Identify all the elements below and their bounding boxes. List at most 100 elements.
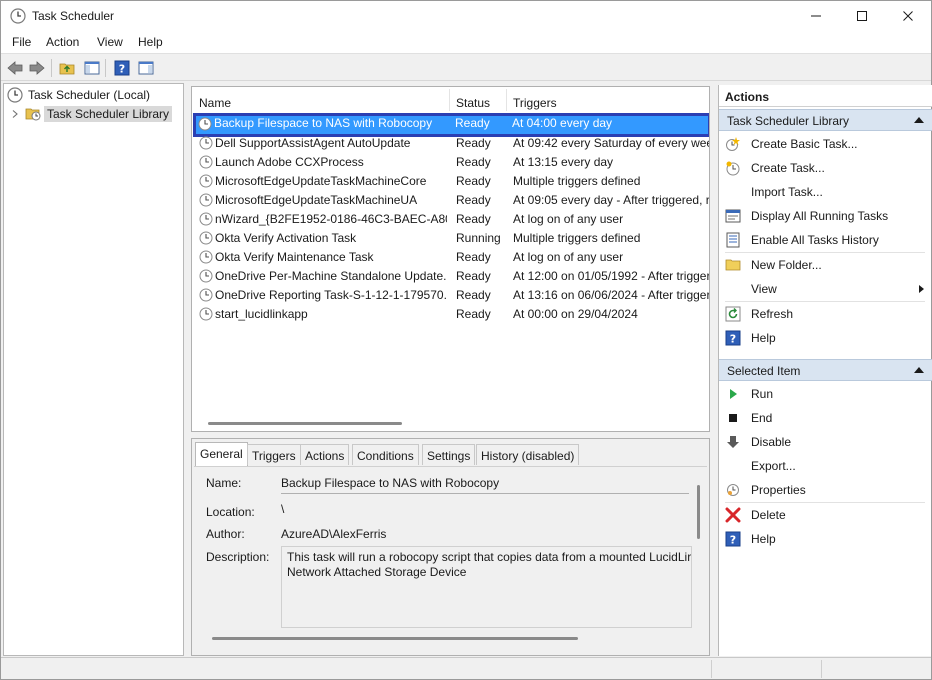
task-triggers: At 13:16 on 06/06/2024 - After trigger	[513, 288, 709, 302]
action-label: Help	[751, 532, 776, 546]
task-row[interactable]: Okta Verify Maintenance Task Ready At log …	[194, 248, 709, 267]
task-row[interactable]: OneDrive Reporting Task-S-1-12-1-179570.…	[194, 286, 709, 305]
description-field[interactable]: This task will run a robocopy script tha…	[281, 546, 692, 628]
help-toolbar-button[interactable]: ?	[112, 58, 132, 78]
action-refresh[interactable]: Refresh	[719, 303, 932, 325]
tab-conditions[interactable]: Conditions	[352, 444, 419, 465]
task-name: OneDrive Per-Machine Standalone Update..…	[215, 269, 447, 283]
task-name: Backup Filespace to NAS with Robocopy	[214, 116, 433, 130]
task-row[interactable]: nWizard_{B2FE1952-0186-46C3-BAEC-A80... R…	[194, 210, 709, 229]
actions-pane-title: Actions	[719, 85, 932, 107]
action-end[interactable]: End	[719, 407, 932, 429]
action-create-task[interactable]: Create Task...	[719, 157, 932, 179]
action-label: Create Task...	[751, 161, 825, 175]
console-tree: Task Scheduler (Local) Task Scheduler Li…	[3, 83, 184, 656]
name-field[interactable]: Backup Filespace to NAS with Robocopy	[281, 476, 500, 490]
horizontal-scrollbar[interactable]	[208, 422, 402, 425]
chevron-right-icon[interactable]	[10, 109, 20, 119]
menu-action[interactable]: Action	[46, 35, 79, 49]
task-status: Ready	[456, 136, 491, 150]
task-clock-icon	[199, 307, 213, 321]
column-header-status[interactable]: Status	[456, 87, 490, 111]
task-status: Ready	[456, 269, 491, 283]
up-folder-icon	[59, 63, 75, 75]
menu-help[interactable]: Help	[138, 35, 163, 49]
help-icon: ?	[114, 60, 130, 76]
run-icon	[725, 386, 741, 402]
action-run[interactable]: Run	[719, 383, 932, 405]
tab-settings[interactable]: Settings	[422, 444, 476, 465]
tree-item-task-scheduler-local[interactable]: Task Scheduler (Local)	[7, 86, 150, 104]
task-row[interactable]: MicrosoftEdgeUpdateTaskMachineUA Ready At …	[194, 191, 709, 210]
horizontal-scrollbar[interactable]	[212, 637, 578, 640]
column-header-name[interactable]: Name	[199, 87, 231, 111]
task-row[interactable]: OneDrive Per-Machine Standalone Update..…	[194, 267, 709, 286]
tab-triggers[interactable]: Triggers	[247, 444, 301, 465]
task-status: Ready	[456, 307, 491, 321]
show-hide-console-tree-button[interactable]	[82, 58, 102, 78]
column-divider[interactable]	[449, 89, 450, 111]
action-create-basic-task[interactable]: Create Basic Task...	[719, 133, 932, 155]
column-header-triggers[interactable]: Triggers	[513, 87, 557, 111]
end-icon	[725, 410, 741, 426]
action-new-folder[interactable]: New Folder...	[719, 254, 932, 276]
task-clock-icon	[199, 136, 213, 150]
action-import-task[interactable]: Import Task...	[719, 181, 932, 203]
maximize-button[interactable]	[839, 1, 885, 31]
task-clock-icon	[199, 212, 213, 226]
collapse-caret-icon[interactable]	[914, 367, 924, 373]
clock-icon	[7, 87, 23, 103]
collapse-caret-icon[interactable]	[914, 117, 924, 123]
vertical-scrollbar[interactable]	[697, 485, 700, 539]
toolbar-separator	[105, 59, 106, 77]
up-folder-button[interactable]	[57, 58, 77, 78]
section-task-scheduler-library[interactable]: Task Scheduler Library	[719, 109, 932, 131]
forward-button[interactable]	[27, 58, 47, 78]
menu-file[interactable]: File	[12, 35, 31, 49]
task-triggers: At log on of any user	[513, 250, 624, 264]
action-display-all-running-tasks[interactable]: Display All Running Tasks	[719, 205, 932, 227]
help-icon: ?	[725, 330, 741, 346]
action-disable[interactable]: Disable	[719, 431, 932, 453]
action-enable-all-tasks-history[interactable]: Enable All Tasks History	[719, 229, 932, 251]
window-title: Task Scheduler	[32, 9, 115, 23]
tab-history[interactable]: History (disabled)	[476, 444, 580, 465]
back-button[interactable]	[5, 58, 25, 78]
minimize-icon	[811, 15, 821, 17]
column-divider[interactable]	[506, 89, 507, 111]
action-help[interactable]: ? Help	[719, 327, 932, 349]
properties-icon	[725, 482, 741, 498]
task-clock-icon	[199, 193, 213, 207]
action-delete[interactable]: Delete	[719, 504, 932, 526]
task-row[interactable]: MicrosoftEdgeUpdateTaskMachineCore Ready M…	[194, 172, 709, 191]
task-row[interactable]: Dell SupportAssistAgent AutoUpdate Ready A…	[194, 134, 709, 153]
section-selected-item[interactable]: Selected Item	[719, 359, 932, 381]
create-basic-task-icon	[725, 136, 741, 152]
forward-arrow-icon	[29, 61, 45, 75]
running-tasks-icon	[725, 208, 741, 224]
console-tree-icon	[84, 61, 100, 75]
tasks-history-icon	[725, 232, 741, 248]
status-separator	[711, 660, 712, 678]
task-clock-icon	[199, 155, 213, 169]
description-line: Network Attached Storage Device	[287, 565, 467, 579]
task-row[interactable]: start_lucidlinkapp Ready At 00:00 on 29/04…	[194, 305, 709, 324]
action-export[interactable]: Export...	[719, 455, 932, 477]
close-button[interactable]	[885, 1, 931, 31]
section-title: Task Scheduler Library	[727, 114, 850, 128]
tab-actions[interactable]: Actions	[300, 444, 350, 465]
show-hide-action-pane-button[interactable]	[136, 58, 156, 78]
task-row[interactable]: Launch Adobe CCXProcess Ready At 13:15 eve…	[194, 153, 709, 172]
clock-icon	[10, 8, 26, 24]
minimize-button[interactable]	[793, 1, 839, 31]
action-properties[interactable]: Properties	[719, 479, 932, 501]
tab-general[interactable]: General	[195, 442, 248, 466]
task-status: Ready	[456, 212, 491, 226]
tree-item-task-scheduler-library[interactable]: Task Scheduler Library	[10, 105, 173, 123]
task-clock-icon	[199, 269, 213, 283]
menu-view[interactable]: View	[97, 35, 123, 49]
action-view[interactable]: View	[719, 278, 932, 300]
maximize-icon	[857, 11, 867, 21]
action-help[interactable]: ? Help	[719, 528, 932, 550]
task-row[interactable]: Okta Verify Activation Task Running Multip…	[194, 229, 709, 248]
